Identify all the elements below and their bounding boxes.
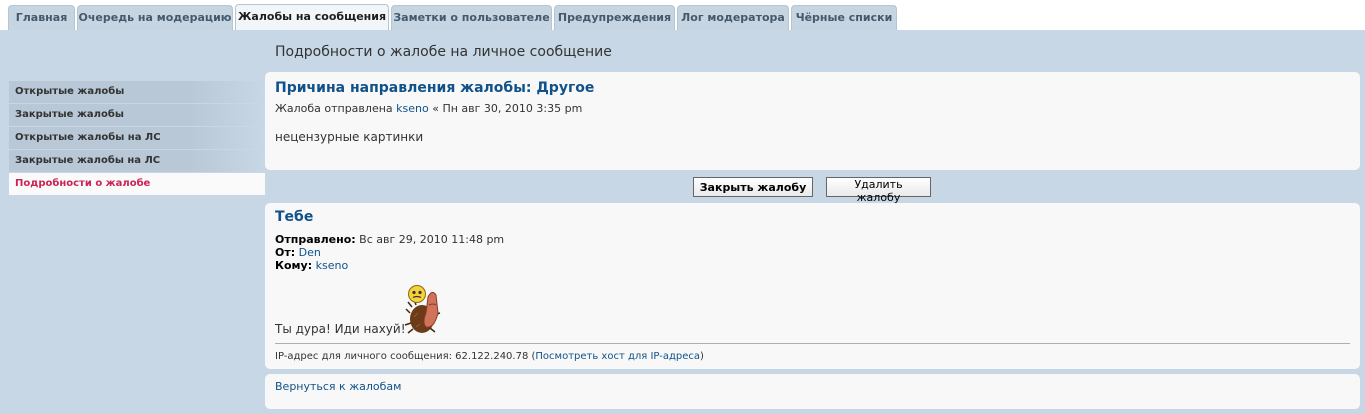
tab-warnings[interactable]: Предупреждения: [554, 5, 675, 30]
sidebar-item-closed-reports[interactable]: Закрытые жалобы: [9, 104, 265, 126]
message-subject: Тебе: [275, 209, 314, 225]
back-panel: Вернуться к жалобам: [265, 374, 1360, 409]
report-panel: Причина направления жалобы: Другое Жалоб…: [265, 72, 1360, 170]
finger-smiley-icon: [404, 285, 441, 334]
message-body: Ты дура! Иди нахуй!: [275, 322, 406, 336]
tab-moderation-queue[interactable]: Очередь на модерацию: [77, 5, 233, 30]
message-to-link[interactable]: kseno: [316, 259, 349, 272]
message-sent-line: Отправлено: Вс авг 29, 2010 11:48 pm: [275, 233, 504, 246]
main-area: Подробности о жалобе на личное сообщение…: [0, 30, 1365, 414]
report-meta: Жалоба отправлена kseno « Пн авг 30, 201…: [275, 102, 582, 115]
message-from-link[interactable]: Den: [299, 246, 321, 259]
ip-address-text: IP-адрес для личного сообщения: 62.122.2…: [275, 351, 536, 362]
tab-user-notes[interactable]: Заметки о пользователе: [391, 5, 552, 30]
report-date: Пн авг 30, 2010 3:35 pm: [442, 102, 583, 115]
sidebar-item-closed-pm-reports[interactable]: Закрытые жалобы на ЛС: [9, 150, 265, 172]
message-from-label: От:: [275, 246, 296, 259]
report-date-separator: «: [428, 102, 443, 115]
tab-moderator-log[interactable]: Лог модератора: [677, 5, 789, 30]
message-sent-label: Отправлено:: [275, 233, 356, 246]
tab-home[interactable]: Главная: [8, 5, 75, 30]
message-to-label: Кому:: [275, 259, 313, 272]
ip-suffix: ): [700, 351, 704, 362]
message-ip-line: IP-адрес для личного сообщения: 62.122.2…: [275, 351, 704, 362]
sidebar-item-report-details[interactable]: Подробности о жалобе: [9, 173, 265, 195]
report-reason-title: Причина направления жалобы: Другое: [275, 80, 595, 96]
message-divider: [275, 343, 1350, 344]
report-text: нецензурные картинки: [275, 130, 424, 144]
message-to-line: Кому: kseno: [275, 259, 348, 272]
sidebar-item-open-pm-reports[interactable]: Открытые жалобы на ЛС: [9, 127, 265, 149]
sidebar-menu: Открытые жалобы Закрытые жалобы Открытые…: [9, 81, 265, 196]
report-sent-prefix: Жалоба отправлена: [275, 102, 393, 115]
tab-message-reports[interactable]: Жалобы на сообщения: [235, 4, 389, 32]
message-from-line: От: Den: [275, 246, 321, 259]
delete-report-button[interactable]: Удалить жалобу: [826, 177, 931, 204]
page-title: Подробности о жалобе на личное сообщение: [275, 44, 612, 60]
close-report-button[interactable]: Закрыть жалобу: [693, 177, 813, 197]
sidebar-item-open-reports[interactable]: Открытые жалобы: [9, 81, 265, 103]
message-panel: Тебе Отправлено: Вс авг 29, 2010 11:48 p…: [265, 203, 1360, 369]
ip-host-lookup-link[interactable]: Посмотреть хост для IP-адреса: [535, 351, 700, 362]
message-sent-value: Вс авг 29, 2010 11:48 pm: [359, 233, 505, 246]
tab-bar: Главная Очередь на модерацию Жалобы на с…: [0, 0, 1365, 32]
report-author-link[interactable]: kseno: [396, 102, 429, 115]
tab-blacklists[interactable]: Чёрные списки: [791, 5, 897, 30]
back-to-reports-link[interactable]: Вернуться к жалобам: [275, 380, 401, 393]
